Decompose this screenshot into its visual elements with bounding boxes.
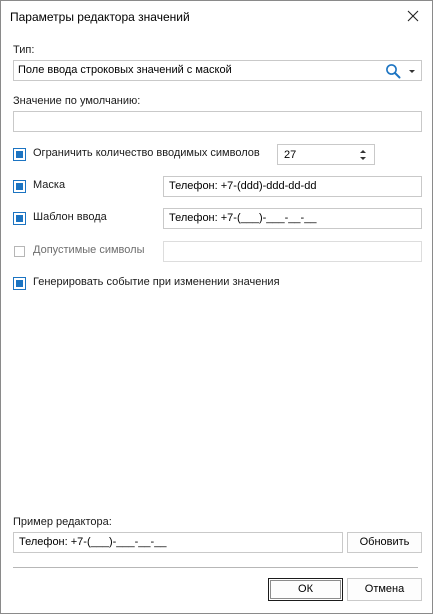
allowed-chars-checkbox[interactable] [14,246,25,257]
template-input[interactable]: Телефон: +7-(___)-___-__-__ [163,208,422,229]
limit-spinbox[interactable]: 27 [277,144,375,165]
event-checkbox[interactable] [13,277,26,290]
allowed-chars-label: Допустимые символы [33,244,145,256]
type-combobox[interactable]: Поле ввода строковых значений с маской [13,60,422,81]
spin-down-icon[interactable] [358,155,368,162]
cancel-button[interactable]: Отмена [347,578,422,601]
refresh-button[interactable]: Обновить [347,532,422,553]
type-value: Поле ввода строковых значений с маской [18,64,232,76]
limit-value: 27 [284,149,297,161]
dialog-title: Параметры редактора значений [10,10,190,24]
chevron-down-icon[interactable] [406,64,418,78]
limit-checkbox[interactable] [13,148,26,161]
default-value-label: Значение по умолчанию: [13,95,141,107]
default-value-input[interactable] [13,111,422,132]
event-label: Генерировать событие при изменении значе… [33,276,280,288]
limit-label: Ограничить количество вводимых символов [33,147,260,159]
divider [13,567,418,568]
mask-input[interactable]: Телефон: +7-(ddd)-ddd-dd-dd [163,176,422,197]
close-button[interactable] [402,6,424,26]
close-icon [407,10,419,22]
allowed-chars-input[interactable] [163,241,422,262]
mask-checkbox[interactable] [13,180,26,193]
dialog-window: Параметры редактора значений Тип: Поле в… [0,0,433,614]
preview-input[interactable]: Телефон: +7-(___)-___-__-__ [13,532,343,553]
mask-label: Маска [33,179,66,191]
ok-button[interactable]: ОК [268,578,343,601]
type-label: Тип: [13,44,35,56]
spin-up-icon[interactable] [358,148,368,155]
title-bar: Параметры редактора значений [1,1,432,32]
preview-label: Пример редактора: [13,516,112,528]
search-icon[interactable] [385,63,401,79]
template-label: Шаблон ввода [33,211,107,223]
template-checkbox[interactable] [13,212,26,225]
